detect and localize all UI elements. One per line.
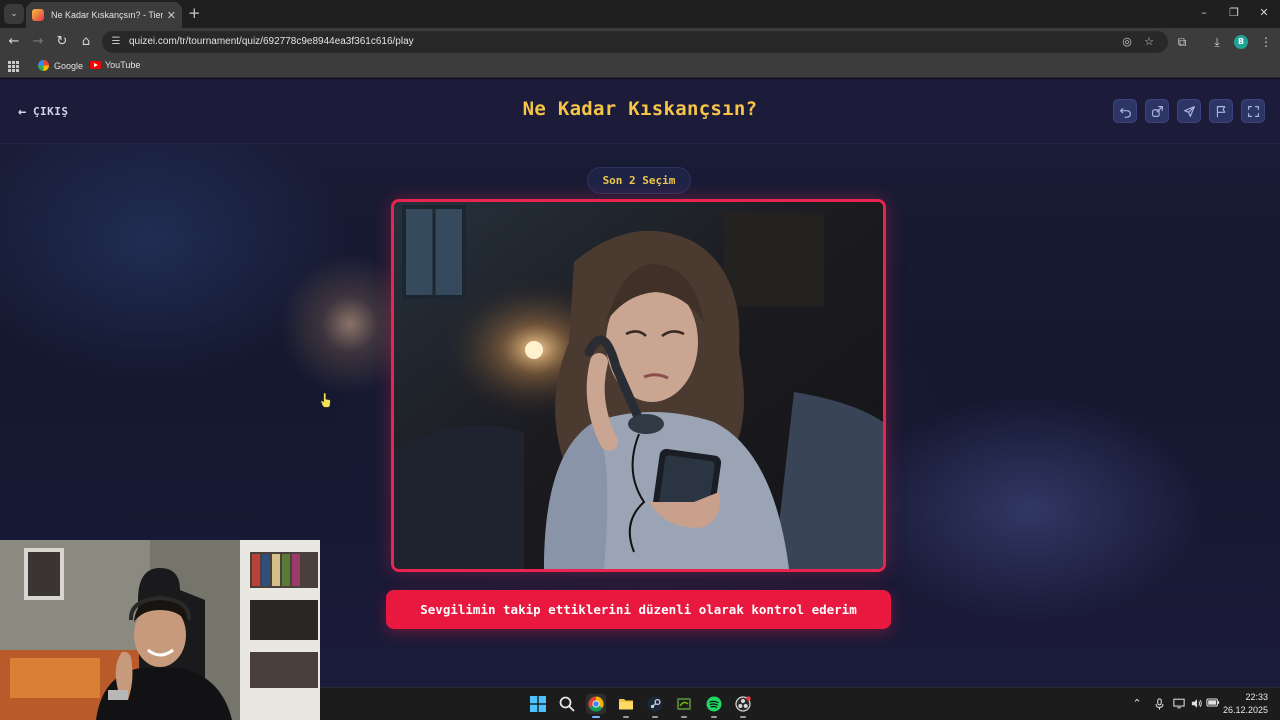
chrome-icon[interactable] xyxy=(586,694,606,718)
microphone-icon[interactable] xyxy=(1152,698,1166,713)
bookmarks-bar: Google YouTube xyxy=(0,56,1280,78)
forward-icon[interactable]: → xyxy=(30,34,46,50)
bookmark-star-icon[interactable]: ☆ xyxy=(1142,35,1156,49)
undo-icon xyxy=(1119,107,1131,118)
bookmark-label: YouTube xyxy=(105,60,141,70)
bookmark-label: Google xyxy=(54,60,84,71)
clock-date[interactable]: 26.12.2025 xyxy=(1218,705,1268,715)
windows-start-icon[interactable] xyxy=(528,694,548,714)
page-header: ← ÇIKIŞ Ne Kadar Kıskançsın? xyxy=(0,79,1280,144)
minimize-icon[interactable]: – xyxy=(1196,6,1212,19)
share-button[interactable] xyxy=(1145,99,1169,123)
undo-button[interactable] xyxy=(1113,99,1137,123)
downloads-icon[interactable]: ⤓ xyxy=(1209,34,1225,50)
browser-tabstrip: ⌄ Ne Kadar Kıskançsın? - Tier List ✕ + –… xyxy=(0,0,1280,28)
hand-cursor-icon xyxy=(320,392,331,408)
choice-card[interactable] xyxy=(391,199,886,572)
fullscreen-icon xyxy=(1247,105,1259,117)
back-icon[interactable]: ← xyxy=(6,34,22,50)
file-explorer-icon[interactable] xyxy=(616,694,636,718)
bookmark-google[interactable]: Google xyxy=(38,60,83,71)
tab-search-icon[interactable]: ⌄ xyxy=(4,4,24,24)
apps-grid-icon[interactable] xyxy=(8,61,19,72)
google-icon xyxy=(38,60,49,71)
extensions-icon[interactable]: ⧉ xyxy=(1174,34,1190,50)
tracking-protection-icon[interactable]: ◎ xyxy=(1120,35,1134,49)
reload-icon[interactable]: ↻ xyxy=(54,34,70,50)
address-bar[interactable]: ☰ quizei.com/tr/tournament/quiz/692778c9… xyxy=(102,31,1168,53)
bookmark-youtube[interactable]: YouTube xyxy=(90,60,140,70)
choice-caption-button[interactable]: Sevgilimin takip ettiklerini düzenli ola… xyxy=(386,590,891,629)
url-text[interactable]: quizei.com/tr/tournament/quiz/692778c9e8… xyxy=(129,36,414,47)
site-favicon-icon xyxy=(32,9,44,21)
close-window-icon[interactable]: ✕ xyxy=(1256,6,1272,19)
nvidia-icon[interactable] xyxy=(674,694,694,718)
chevron-up-icon[interactable]: ⌃ xyxy=(1130,698,1144,710)
round-badge: Son 2 Seçim xyxy=(587,167,691,194)
restore-icon[interactable]: ❐ xyxy=(1226,6,1242,19)
site-info-icon[interactable]: ☰ xyxy=(110,36,122,48)
youtube-icon xyxy=(90,61,101,69)
menu-icon[interactable]: ⋮ xyxy=(1258,34,1274,50)
browser-tab-active[interactable]: Ne Kadar Kıskançsın? - Tier List ✕ xyxy=(26,2,182,28)
profile-avatar[interactable]: B xyxy=(1234,35,1248,49)
tab-close-icon[interactable]: ✕ xyxy=(167,9,176,22)
volume-icon[interactable] xyxy=(1190,698,1204,712)
fullscreen-button[interactable] xyxy=(1241,99,1265,123)
taskbar: ⌃ xyxy=(320,687,1280,720)
steam-icon[interactable] xyxy=(645,694,665,718)
page-title: Ne Kadar Kıskançsın? xyxy=(522,98,758,120)
webcam-overlay xyxy=(0,540,320,720)
clock-time[interactable]: 22:33 xyxy=(1228,692,1268,702)
send-button[interactable] xyxy=(1177,99,1201,123)
flag-icon xyxy=(1216,105,1225,117)
tab-title: Ne Kadar Kıskançsın? - Tier List xyxy=(51,10,163,20)
share-icon xyxy=(1151,105,1163,117)
display-icon[interactable] xyxy=(1172,698,1186,712)
new-tab-icon[interactable]: + xyxy=(188,5,201,21)
spotify-icon[interactable] xyxy=(704,694,724,718)
home-icon[interactable]: ⌂ xyxy=(78,34,94,50)
obs-icon[interactable] xyxy=(733,694,753,718)
browser-toolbar: ← → ↻ ⌂ ☰ quizei.com/tr/tournament/quiz/… xyxy=(0,28,1280,56)
send-icon xyxy=(1183,105,1195,117)
report-button[interactable] xyxy=(1209,99,1233,123)
search-icon[interactable] xyxy=(557,694,577,714)
worried-woman-on-phone-photo xyxy=(394,202,883,569)
